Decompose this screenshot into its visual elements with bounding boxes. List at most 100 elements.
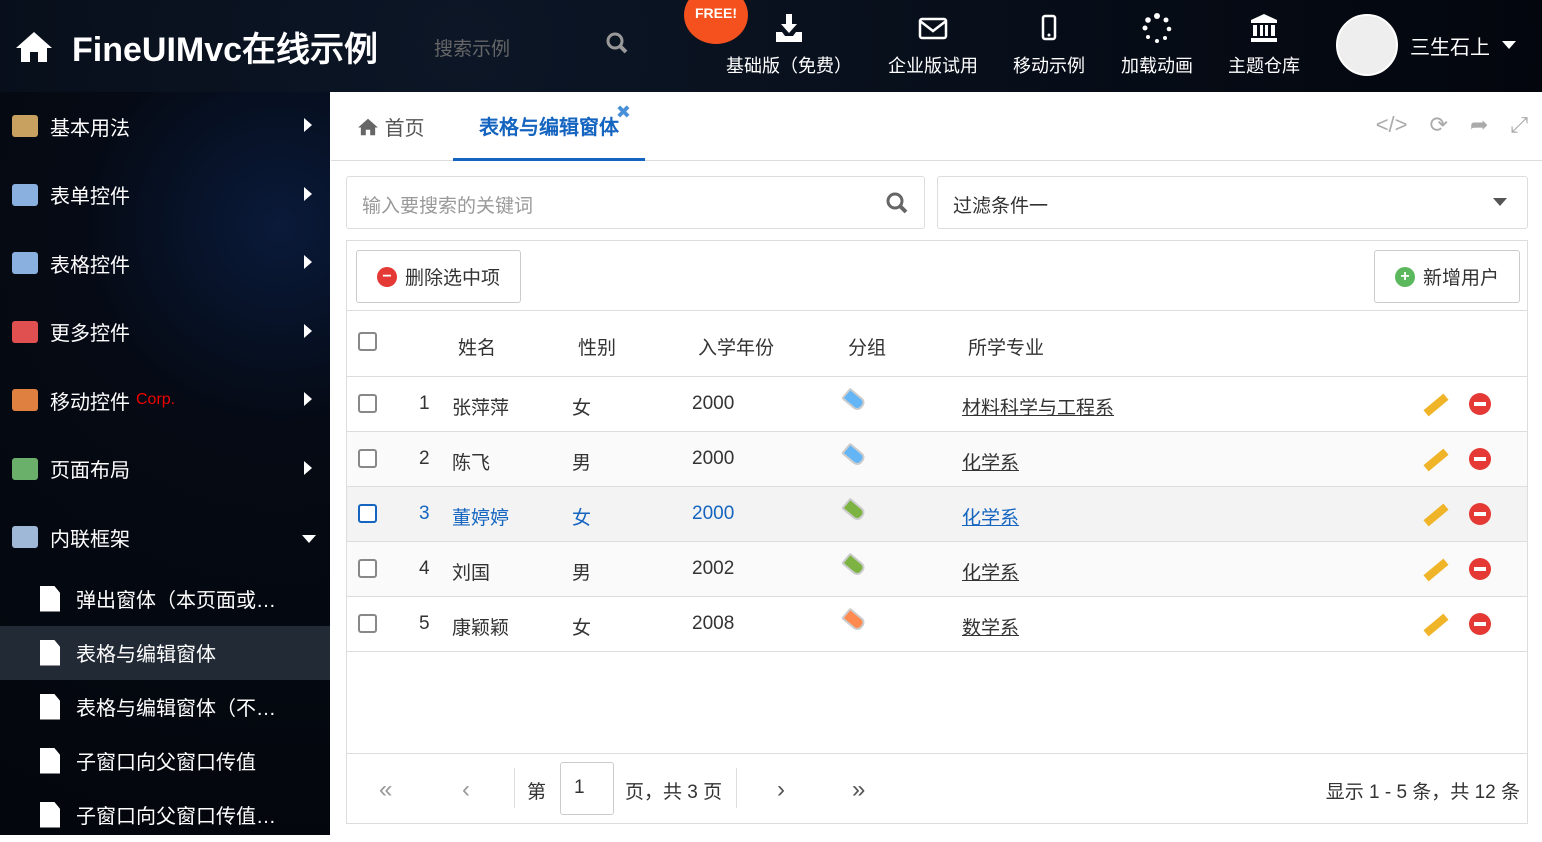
chevron-down-icon	[1502, 41, 1516, 49]
header-search-input[interactable]: 搜索示例	[434, 34, 510, 61]
major-link[interactable]: 化学系	[962, 448, 1019, 475]
column-header[interactable]: 姓名	[458, 333, 496, 360]
close-icon[interactable]: ✖	[616, 102, 631, 123]
share-icon[interactable]: ➦	[1470, 112, 1488, 138]
add-user-button[interactable]: + 新增用户	[1373, 250, 1520, 303]
table-row[interactable]: 3 董婷婷 女 2000 化学系	[347, 487, 1527, 542]
delete-row-icon[interactable]	[1469, 448, 1491, 470]
search-placeholder: 输入要搜索的关键词	[362, 196, 534, 217]
row-number: 4	[419, 558, 430, 579]
last-page-icon[interactable]: »	[852, 776, 865, 804]
delete-row-icon[interactable]	[1469, 558, 1491, 580]
major-link[interactable]: 化学系	[962, 503, 1019, 530]
nav-label: 移动示例	[1013, 56, 1085, 76]
column-header[interactable]: 分组	[848, 333, 886, 360]
subitem-label: 子窗口向父窗口传值…	[76, 806, 276, 828]
app-title: FineUIMvc在线示例	[72, 31, 379, 69]
document-icon	[40, 693, 60, 720]
gender-cell: 男	[572, 453, 592, 474]
sidebar-subitem[interactable]: 子窗口向父窗口传值	[0, 734, 330, 788]
logo[interactable]: FineUIMvc在线示例	[14, 22, 378, 71]
sidebar-item-grid[interactable]: 表格控件	[0, 229, 330, 298]
filter-select[interactable]: 过滤条件一	[937, 176, 1528, 229]
sidebar-item-mobile[interactable]: 移动控件 Corp.	[0, 366, 330, 435]
sidebar-label: 页面布局	[50, 460, 130, 483]
refresh-icon[interactable]: ⟳	[1430, 112, 1448, 138]
subitem-label: 子窗口向父窗口传值	[76, 752, 256, 774]
next-page-icon[interactable]: ›	[777, 776, 785, 804]
user-menu[interactable]: 三生石上	[1336, 14, 1516, 76]
year-cell: 2000	[692, 393, 735, 414]
edit-pencil-icon[interactable]	[1423, 503, 1449, 527]
plus-circle-icon: +	[1394, 266, 1415, 287]
search-icon[interactable]	[604, 30, 630, 56]
minus-circle-icon: −	[377, 266, 397, 287]
column-header[interactable]: 所学专业	[968, 333, 1044, 360]
expand-icon[interactable]: ⤢	[1510, 112, 1528, 138]
edit-pencil-icon[interactable]	[1423, 393, 1449, 417]
first-page-icon[interactable]: «	[379, 776, 392, 804]
keyword-search-input[interactable]: 输入要搜索的关键词	[346, 176, 925, 229]
mobile-icon	[1041, 14, 1057, 41]
page-number-input[interactable]: 1	[560, 762, 614, 815]
row-checkbox[interactable]	[358, 614, 377, 633]
row-checkbox[interactable]	[358, 559, 377, 578]
sidebar-subitem[interactable]: 弹出窗体（本页面或…	[0, 572, 330, 626]
sidebar-subitem-active[interactable]: 表格与编辑窗体	[0, 625, 330, 680]
row-checkbox[interactable]	[358, 504, 377, 523]
major-link[interactable]: 材料科学与工程系	[962, 393, 1114, 420]
edit-pencil-icon[interactable]	[1423, 558, 1449, 582]
avatar	[1336, 14, 1398, 76]
name-cell: 张萍萍	[452, 398, 510, 419]
table-row[interactable]: 2 陈飞 男 2000 化学系	[347, 432, 1527, 487]
year-cell: 2000	[692, 448, 735, 469]
antenna-icon	[12, 389, 38, 412]
chevron-down-icon	[302, 535, 316, 543]
sidebar-subitem[interactable]: 子窗口向父窗口传值…	[0, 788, 330, 842]
column-header[interactable]: 入学年份	[698, 333, 774, 360]
delete-row-icon[interactable]	[1469, 393, 1491, 415]
delete-row-icon[interactable]	[1469, 503, 1491, 525]
major-link[interactable]: 数学系	[962, 613, 1019, 640]
sidebar-item-form[interactable]: 表单控件	[0, 161, 330, 230]
document-icon	[40, 747, 60, 774]
delete-row-icon[interactable]	[1469, 613, 1491, 635]
table-row[interactable]: 4 刘国 男 2002 化学系	[347, 542, 1527, 597]
major-link[interactable]: 化学系	[962, 558, 1019, 585]
row-checkbox[interactable]	[358, 394, 377, 413]
sidebar-item-more[interactable]: 更多控件	[0, 298, 330, 367]
search-icon[interactable]	[884, 190, 910, 216]
row-checkbox[interactable]	[358, 449, 377, 468]
nav-mobile[interactable]: 移动示例	[1013, 12, 1085, 78]
column-header[interactable]: 性别	[578, 333, 616, 360]
name-cell: 陈飞	[452, 453, 491, 474]
edit-pencil-icon[interactable]	[1423, 448, 1449, 472]
sidebar-label: 表单控件	[50, 186, 130, 209]
code-icon[interactable]: </>	[1376, 112, 1408, 138]
subitem-label: 表格与编辑窗体（不…	[76, 698, 276, 720]
sidebar-item-iframe[interactable]: 内联框架	[0, 503, 330, 572]
delete-selected-button[interactable]: − 删除选中项	[356, 250, 522, 303]
select-all-checkbox[interactable]	[358, 332, 377, 351]
tab-home[interactable]: 首页	[357, 92, 425, 161]
sidebar-subitem[interactable]: 表格与编辑窗体（不…	[0, 680, 330, 734]
filter-value: 过滤条件一	[953, 196, 1049, 217]
tab-grid-edit[interactable]: 表格与编辑窗体 ✖	[453, 92, 645, 161]
nav-themes[interactable]: 主题仓库	[1228, 12, 1300, 78]
year-cell: 2002	[692, 558, 735, 579]
tab-label: 首页	[384, 118, 425, 140]
nav-basic[interactable]: 基础版（免费）	[726, 12, 852, 78]
subitem-label: 表格与编辑窗体	[76, 644, 216, 666]
table-row[interactable]: 5 康颖颖 女 2008 数学系	[347, 597, 1527, 652]
prev-page-icon[interactable]: ‹	[462, 776, 470, 804]
blocks-icon	[12, 320, 38, 343]
nav-enterprise[interactable]: 企业版试用	[888, 12, 978, 78]
record-summary: 显示 1 - 5 条，共 12 条	[1325, 782, 1520, 803]
bank-icon	[1251, 14, 1277, 42]
sidebar-item-layout[interactable]: 页面布局	[0, 435, 330, 504]
sidebar-item-basic[interactable]: 基本用法	[0, 92, 330, 161]
table-row[interactable]: 1 张萍萍 女 2000 材料科学与工程系	[347, 377, 1527, 432]
nav-loading[interactable]: 加载动画	[1121, 12, 1193, 78]
edit-pencil-icon[interactable]	[1423, 613, 1449, 637]
user-name: 三生石上	[1410, 36, 1490, 59]
